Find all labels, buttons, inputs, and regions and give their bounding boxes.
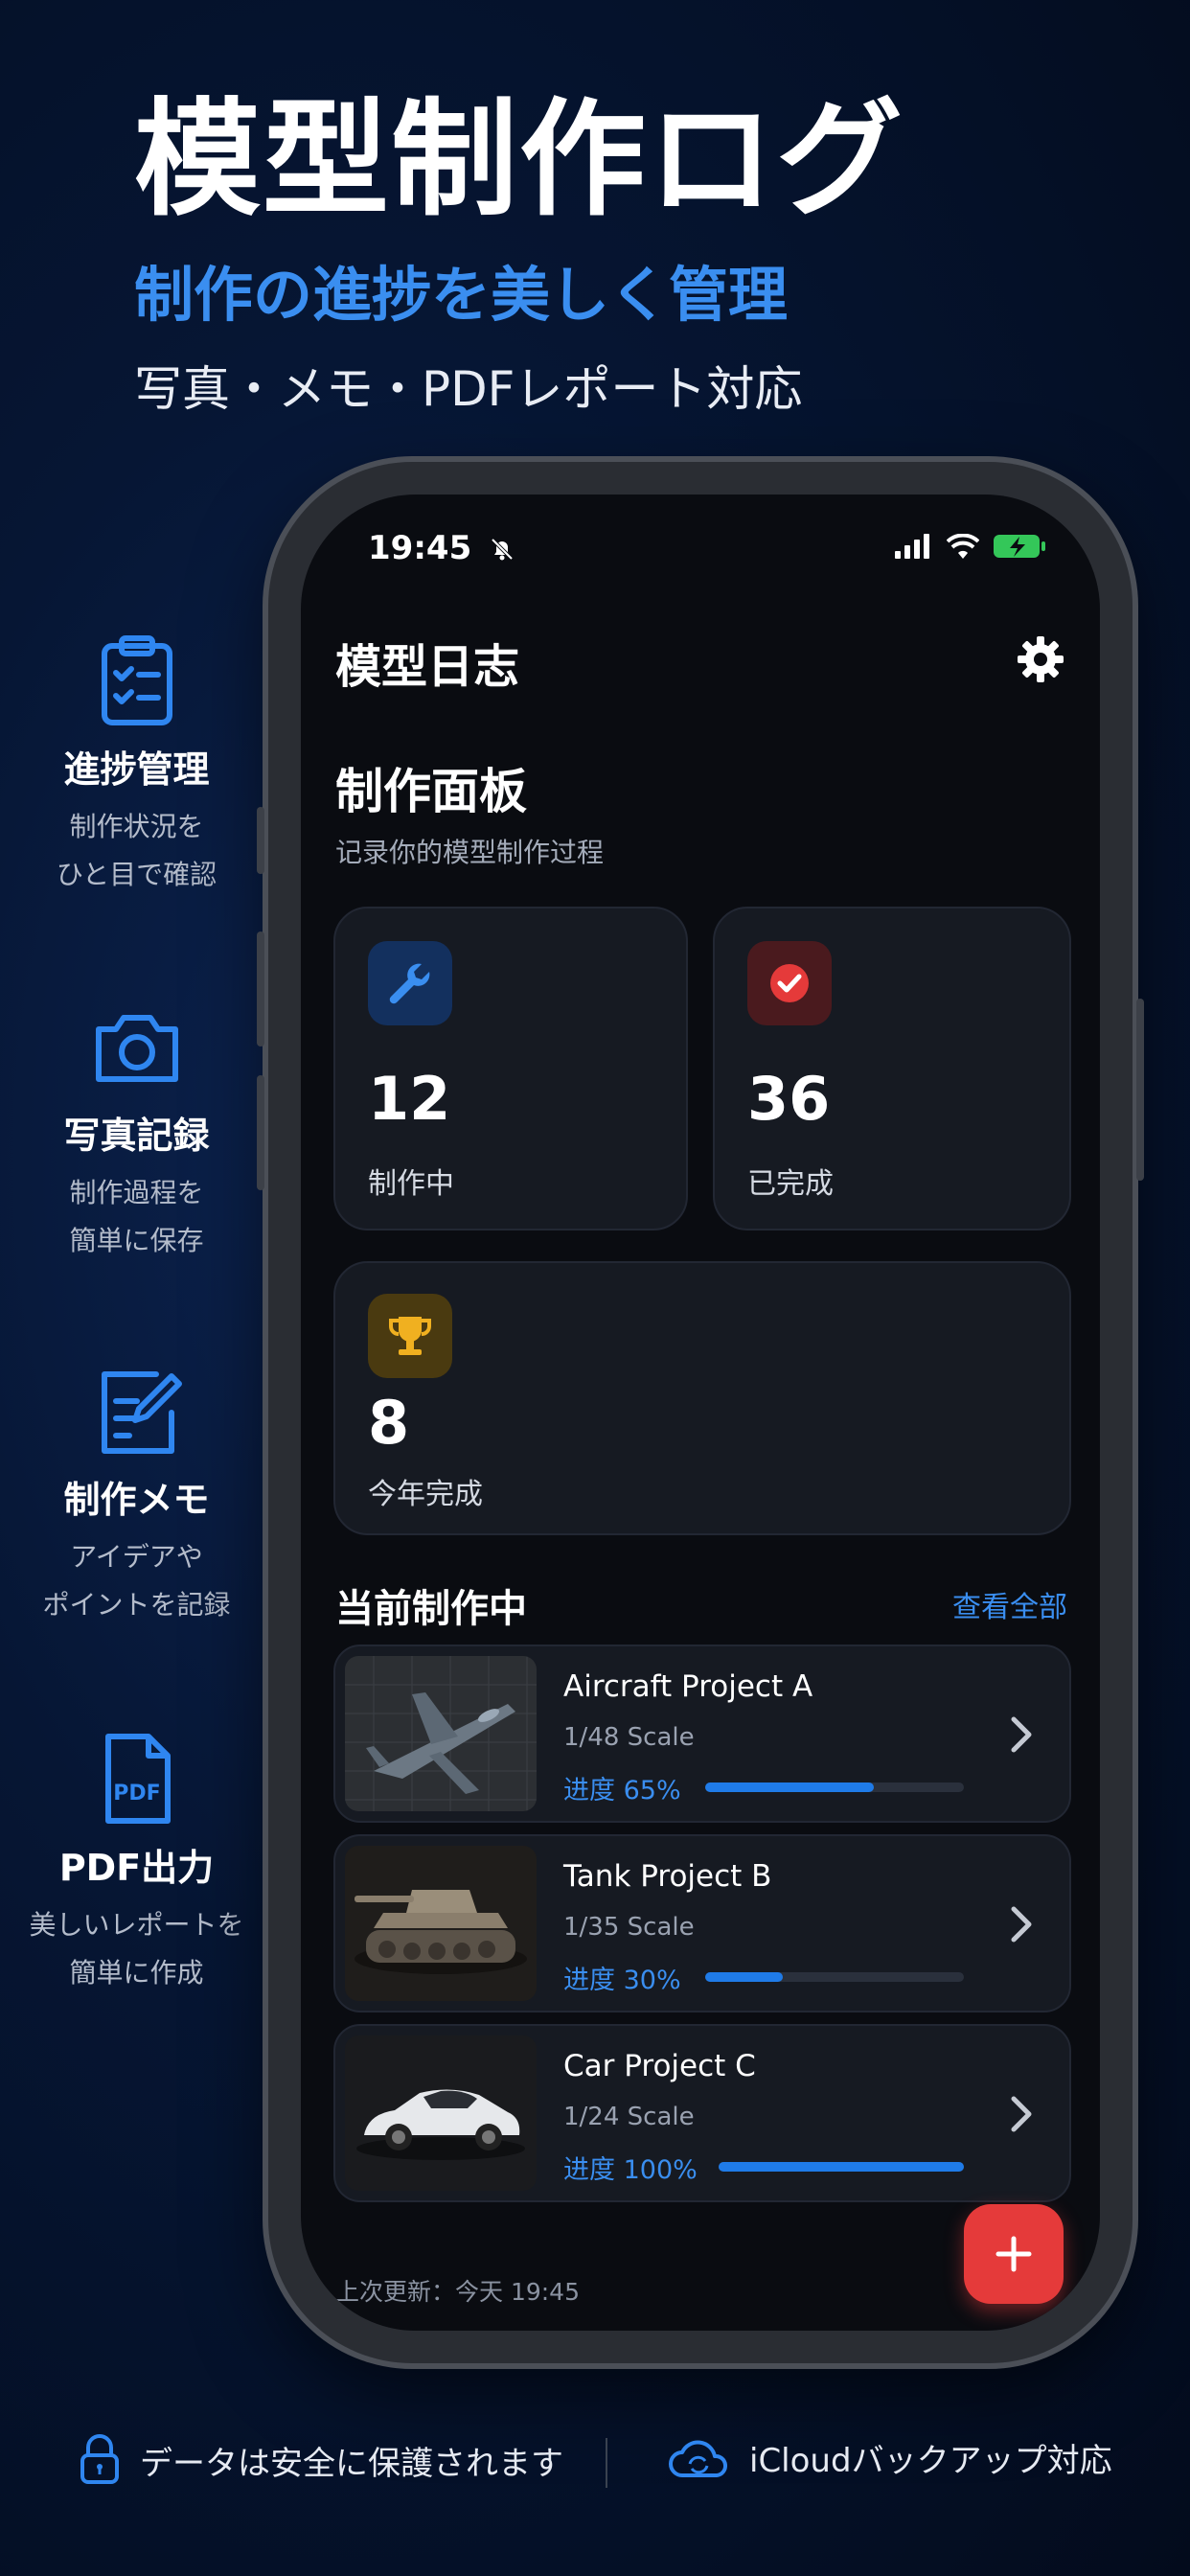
trophy-icon xyxy=(368,1294,452,1378)
feature-title: PDF出力 xyxy=(58,1847,215,1889)
project-progress-text: 进度 65% xyxy=(563,1776,681,1806)
status-time: 19:45 xyxy=(368,529,515,567)
chevron-right-icon xyxy=(1002,1901,1041,1947)
project-scale: 1/48 Scale xyxy=(563,1723,695,1752)
lock-icon xyxy=(80,2434,119,2484)
progress-track xyxy=(705,1972,964,1982)
car-thumbnail xyxy=(345,2036,537,2191)
stat-label: 制作中 xyxy=(368,1167,454,1201)
stat-value: 36 xyxy=(747,1064,831,1134)
last-update-text: 上次更新：今天 19:45 xyxy=(335,2278,580,2306)
footer-divider xyxy=(606,2438,607,2488)
feature-desc: 制作過程を 簡単に保存 xyxy=(69,1177,204,1256)
feature-title: 写真記録 xyxy=(63,1115,210,1157)
stat-value: 8 xyxy=(368,1388,410,1458)
project-row-aircraft[interactable]: Aircraft Project A 1/48 Scale 进度 65% xyxy=(333,1644,1071,1823)
phone-volume-down-button xyxy=(257,1075,264,1190)
hero-subtitle: 制作の進捗を美しく管理 xyxy=(134,260,789,330)
progress-track xyxy=(719,2162,964,2172)
progress-track xyxy=(705,1782,964,1792)
feature-memo: 制作メモ アイデアや ポイントを記録 xyxy=(0,1363,273,1629)
plus-icon xyxy=(995,2236,1032,2272)
view-all-link[interactable]: 查看全部 xyxy=(952,1583,1067,1625)
dashboard-subtitle: 记录你的模型制作过程 xyxy=(335,837,605,868)
status-bar: 19:45 xyxy=(301,494,1100,619)
feature-desc: 美しいレポートを 簡単に作成 xyxy=(29,1909,244,1989)
hero-tagline: 写真・メモ・PDFレポート対応 xyxy=(134,361,803,417)
svg-text:PDF: PDF xyxy=(113,1782,160,1806)
project-name: Tank Project B xyxy=(563,1859,772,1894)
stat-label: 今年完成 xyxy=(368,1478,483,1511)
feature-photo: 写真記録 制作過程を 簡単に保存 xyxy=(0,999,273,1265)
stat-card-completed[interactable]: 36 已完成 xyxy=(713,907,1071,1230)
current-projects-title: 当前制作中 xyxy=(335,1587,527,1631)
hero-title: 模型制作ログ xyxy=(134,86,904,234)
project-scale: 1/35 Scale xyxy=(563,1913,695,1942)
settings-button[interactable] xyxy=(1016,634,1065,684)
camera-icon xyxy=(89,999,185,1094)
note-edit-icon xyxy=(89,1363,185,1459)
feature-desc: アイデアや ポイントを記録 xyxy=(42,1541,231,1621)
project-name: Aircraft Project A xyxy=(563,1669,813,1704)
project-scale: 1/24 Scale xyxy=(563,2103,695,2131)
cellular-signal-icon xyxy=(895,534,929,559)
dashboard-title: 制作面板 xyxy=(335,764,527,819)
pdf-file-icon: PDF xyxy=(89,1731,185,1827)
progress-fill xyxy=(705,1972,783,1982)
feature-progress: 進捗管理 制作状況を ひと目で確認 xyxy=(0,632,273,899)
phone-volume-up-button xyxy=(257,932,264,1046)
footer-icloud: iCloudバックアップ対応 xyxy=(667,2434,1112,2481)
project-row-tank[interactable]: Tank Project B 1/35 Scale 进度 30% xyxy=(333,1834,1071,2012)
battery-charging-icon xyxy=(994,535,1045,558)
clipboard-checklist-icon xyxy=(89,632,185,728)
footer: データは安全に保護されます iCloudバックアップ対応 xyxy=(0,2434,1190,2511)
footer-security-text: データは安全に保護されます xyxy=(140,2444,563,2483)
app-title: 模型日志 xyxy=(335,640,520,694)
footer-security: データは安全に保護されます xyxy=(79,2434,563,2486)
add-project-button[interactable] xyxy=(964,2204,1064,2304)
stat-label: 已完成 xyxy=(747,1167,834,1201)
wrench-icon xyxy=(368,941,452,1025)
chevron-right-icon xyxy=(1002,2091,1041,2137)
bell-slash-icon xyxy=(491,538,514,561)
feature-pdf: PDF PDF出力 美しいレポートを 簡単に作成 xyxy=(0,1731,273,1997)
check-circle-icon xyxy=(747,941,832,1025)
app-screen: 19:45 模型日志 制作面板 记录你的模型制作过程 12 制作中 36 已完成… xyxy=(301,494,1100,2331)
stat-card-in-progress[interactable]: 12 制作中 xyxy=(333,907,688,1230)
aircraft-thumbnail xyxy=(345,1656,537,1811)
footer-icloud-text: iCloudバックアップ対応 xyxy=(749,2442,1112,2480)
feature-desc: 制作状況を ひと目で確認 xyxy=(56,811,217,890)
tank-thumbnail xyxy=(345,1846,537,2001)
progress-fill xyxy=(719,2162,964,2172)
project-progress-text: 进度 100% xyxy=(563,2155,698,2185)
feature-title: 制作メモ xyxy=(63,1479,210,1521)
status-icons xyxy=(895,533,1046,560)
wifi-icon xyxy=(947,534,979,559)
phone-action-button xyxy=(257,807,264,874)
progress-fill xyxy=(705,1782,874,1792)
stat-value: 12 xyxy=(368,1064,451,1134)
chevron-right-icon xyxy=(1002,1712,1041,1758)
feature-title: 進捗管理 xyxy=(63,748,210,791)
project-progress-text: 进度 30% xyxy=(563,1966,681,1995)
stat-card-this-year[interactable]: 8 今年完成 xyxy=(333,1261,1071,1535)
project-row-car[interactable]: Car Project C 1/24 Scale 进度 100% xyxy=(333,2024,1071,2202)
phone-side-button xyxy=(1136,999,1144,1181)
cloud-sync-icon xyxy=(669,2440,727,2477)
gear-icon xyxy=(1018,636,1064,682)
project-name: Car Project C xyxy=(563,2049,756,2083)
phone-frame: 19:45 模型日志 制作面板 记录你的模型制作过程 12 制作中 36 已完成… xyxy=(257,462,1144,2363)
